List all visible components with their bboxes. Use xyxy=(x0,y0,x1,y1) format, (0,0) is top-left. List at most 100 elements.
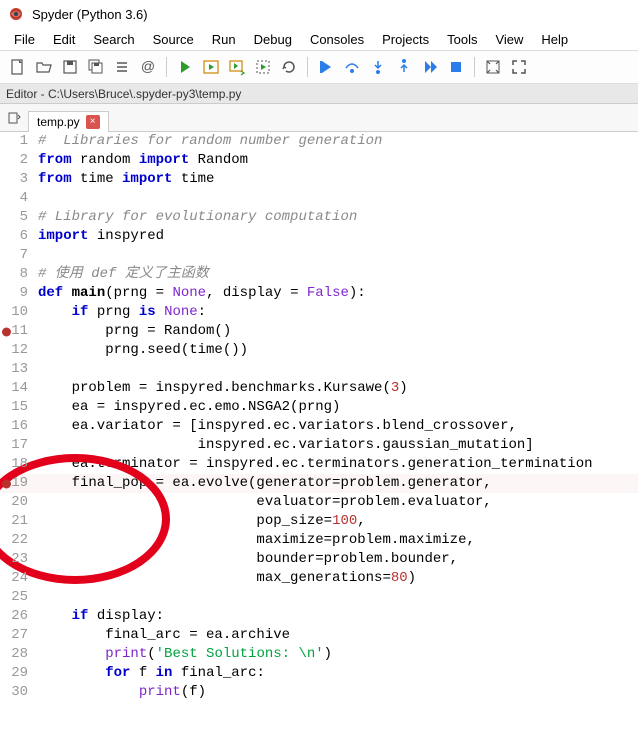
code-line[interactable]: 29 for f in final_arc: xyxy=(0,664,638,683)
line-number[interactable]: 15 xyxy=(0,398,34,417)
code-line[interactable]: 4 xyxy=(0,189,638,208)
menu-tools[interactable]: Tools xyxy=(439,30,485,49)
code-line[interactable]: 25 xyxy=(0,588,638,607)
list-button[interactable] xyxy=(110,55,134,79)
code-text[interactable]: # Libraries for random number generation xyxy=(34,132,638,151)
code-line[interactable]: 8# 使用 def 定义了主函数 xyxy=(0,265,638,284)
code-text[interactable]: def main(prng = None, display = False): xyxy=(34,284,638,303)
line-number[interactable]: 27 xyxy=(0,626,34,645)
line-number[interactable]: 10 xyxy=(0,303,34,322)
code-line[interactable]: 2from random import Random xyxy=(0,151,638,170)
code-line[interactable]: 19 final_pop = ea.evolve(generator=probl… xyxy=(0,474,638,493)
line-number[interactable]: 6 xyxy=(0,227,34,246)
line-number[interactable]: 23 xyxy=(0,550,34,569)
line-number[interactable]: 3 xyxy=(0,170,34,189)
code-line[interactable]: 7 xyxy=(0,246,638,265)
code-text[interactable] xyxy=(34,360,638,379)
code-line[interactable]: 1# Libraries for random number generatio… xyxy=(0,132,638,151)
step-over-button[interactable] xyxy=(340,55,364,79)
line-number[interactable]: 5 xyxy=(0,208,34,227)
breakpoint-icon[interactable] xyxy=(2,479,11,488)
code-text[interactable]: inspyred.ec.variators.gaussian_mutation] xyxy=(34,436,638,455)
line-number[interactable]: 16 xyxy=(0,417,34,436)
code-line[interactable]: 26 if display: xyxy=(0,607,638,626)
editor-tab[interactable]: temp.py × xyxy=(28,111,109,132)
code-line[interactable]: 5# Library for evolutionary computation xyxy=(0,208,638,227)
at-button[interactable]: @ xyxy=(136,55,160,79)
code-line[interactable]: 11 prng = Random() xyxy=(0,322,638,341)
code-text[interactable]: evaluator=problem.evaluator, xyxy=(34,493,638,512)
close-tab-button[interactable]: × xyxy=(86,115,100,129)
line-number[interactable]: 20 xyxy=(0,493,34,512)
stop-debug-button[interactable] xyxy=(444,55,468,79)
line-number[interactable]: 2 xyxy=(0,151,34,170)
code-text[interactable] xyxy=(34,246,638,265)
line-number[interactable]: 18 xyxy=(0,455,34,474)
line-number[interactable]: 13 xyxy=(0,360,34,379)
code-line[interactable]: 22 maximize=problem.maximize, xyxy=(0,531,638,550)
code-line[interactable]: 30 print(f) xyxy=(0,683,638,702)
code-text[interactable]: bounder=problem.bounder, xyxy=(34,550,638,569)
code-line[interactable]: 16 ea.variator = [inspyred.ec.variators.… xyxy=(0,417,638,436)
code-text[interactable]: # Library for evolutionary computation xyxy=(34,208,638,227)
code-line[interactable]: 14 problem = inspyred.benchmarks.Kursawe… xyxy=(0,379,638,398)
code-text[interactable]: max_generations=80) xyxy=(34,569,638,588)
continue-button[interactable] xyxy=(418,55,442,79)
code-text[interactable]: print(f) xyxy=(34,683,638,702)
line-number[interactable]: 30 xyxy=(0,683,34,702)
file-list-button[interactable] xyxy=(4,108,24,128)
menu-consoles[interactable]: Consoles xyxy=(302,30,372,49)
breakpoint-icon[interactable] xyxy=(2,327,11,336)
code-text[interactable]: final_arc = ea.archive xyxy=(34,626,638,645)
line-number[interactable]: 9 xyxy=(0,284,34,303)
code-line[interactable]: 15 ea = inspyred.ec.emo.NSGA2(prng) xyxy=(0,398,638,417)
code-text[interactable]: import inspyred xyxy=(34,227,638,246)
line-number[interactable]: 25 xyxy=(0,588,34,607)
line-number[interactable]: 11 xyxy=(0,322,34,341)
code-line[interactable]: 20 evaluator=problem.evaluator, xyxy=(0,493,638,512)
code-text[interactable]: maximize=problem.maximize, xyxy=(34,531,638,550)
line-number[interactable]: 29 xyxy=(0,664,34,683)
menu-debug[interactable]: Debug xyxy=(246,30,300,49)
menu-file[interactable]: File xyxy=(6,30,43,49)
code-line[interactable]: 23 bounder=problem.bounder, xyxy=(0,550,638,569)
menu-edit[interactable]: Edit xyxy=(45,30,83,49)
line-number[interactable]: 26 xyxy=(0,607,34,626)
menu-search[interactable]: Search xyxy=(85,30,142,49)
menu-run[interactable]: Run xyxy=(204,30,244,49)
code-editor[interactable]: 1# Libraries for random number generatio… xyxy=(0,132,638,736)
code-line[interactable]: 12 prng.seed(time()) xyxy=(0,341,638,360)
menu-projects[interactable]: Projects xyxy=(374,30,437,49)
code-text[interactable]: # 使用 def 定义了主函数 xyxy=(34,265,638,284)
run-cell-advance-button[interactable] xyxy=(225,55,249,79)
code-line[interactable]: 9def main(prng = None, display = False): xyxy=(0,284,638,303)
code-line[interactable]: 3from time import time xyxy=(0,170,638,189)
code-line[interactable]: 24 max_generations=80) xyxy=(0,569,638,588)
code-text[interactable]: from random import Random xyxy=(34,151,638,170)
code-line[interactable]: 18 ea.terminator = inspyred.ec.terminato… xyxy=(0,455,638,474)
line-number[interactable]: 17 xyxy=(0,436,34,455)
code-text[interactable]: prng.seed(time()) xyxy=(34,341,638,360)
line-number[interactable]: 24 xyxy=(0,569,34,588)
code-text[interactable]: if display: xyxy=(34,607,638,626)
fullscreen-button[interactable] xyxy=(507,55,531,79)
rerun-button[interactable] xyxy=(277,55,301,79)
run-button[interactable] xyxy=(173,55,197,79)
code-text[interactable] xyxy=(34,588,638,607)
code-text[interactable]: ea.variator = [inspyred.ec.variators.ble… xyxy=(34,417,638,436)
menu-help[interactable]: Help xyxy=(533,30,576,49)
debug-button[interactable] xyxy=(314,55,338,79)
code-line[interactable]: 21 pop_size=100, xyxy=(0,512,638,531)
maximize-pane-button[interactable] xyxy=(481,55,505,79)
code-line[interactable]: 27 final_arc = ea.archive xyxy=(0,626,638,645)
code-line[interactable]: 17 inspyred.ec.variators.gaussian_mutati… xyxy=(0,436,638,455)
code-line[interactable]: 6import inspyred xyxy=(0,227,638,246)
line-number[interactable]: 1 xyxy=(0,132,34,151)
line-number[interactable]: 12 xyxy=(0,341,34,360)
code-text[interactable]: final_pop = ea.evolve(generator=problem.… xyxy=(34,474,638,493)
line-number[interactable]: 4 xyxy=(0,189,34,208)
line-number[interactable]: 21 xyxy=(0,512,34,531)
code-text[interactable]: pop_size=100, xyxy=(34,512,638,531)
open-file-button[interactable] xyxy=(32,55,56,79)
code-text[interactable]: print('Best Solutions: \n') xyxy=(34,645,638,664)
